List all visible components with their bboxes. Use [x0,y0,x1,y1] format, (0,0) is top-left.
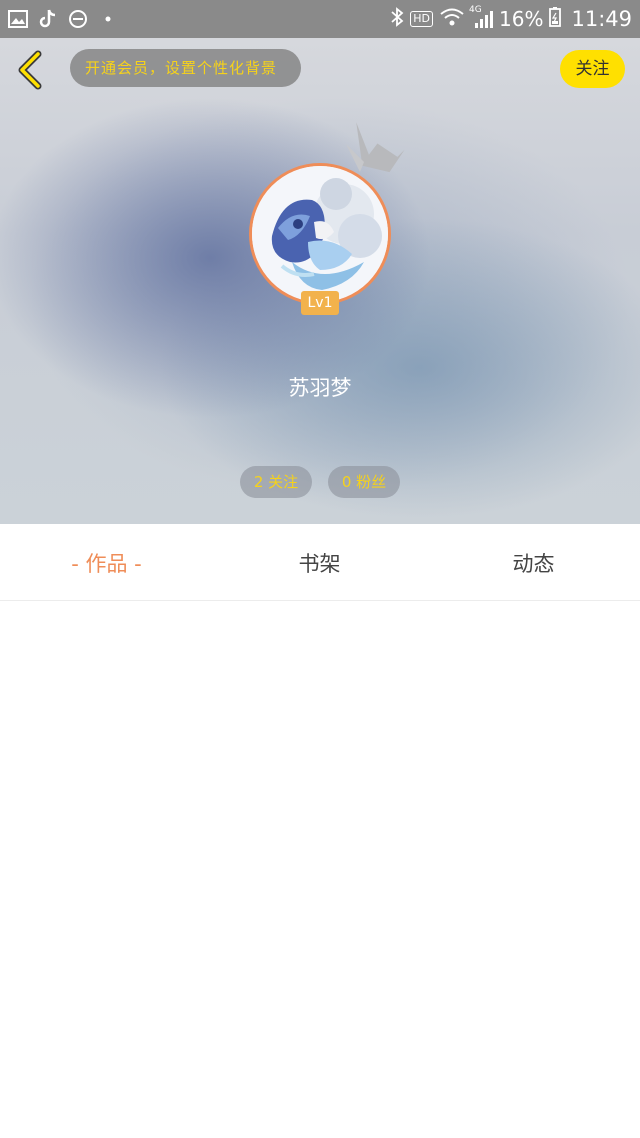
battery-percent: 16% [499,7,544,31]
following-count[interactable]: 2 关注 [240,466,312,498]
fans-count[interactable]: 0 粉丝 [328,466,400,498]
bluetooth-icon [390,6,404,32]
tab-content-area [0,602,640,1138]
avatar-illustration [252,166,388,302]
follow-button[interactable]: 关注 [560,50,625,88]
level-badge: Lv1 [301,291,339,315]
image-icon [8,9,28,29]
status-left-icons [8,9,118,29]
username: 苏羽梦 [288,376,352,400]
status-bar: HD 4G 16% 11:49 [0,0,640,38]
back-button[interactable] [12,50,48,90]
clock: 11:49 [571,7,632,31]
vip-background-banner[interactable]: 开通会员，设置个性化背景 [70,49,301,87]
profile-header: 开通会员，设置个性化背景 关注 Lv1 苏羽梦 2 关注 0 粉丝 [0,38,640,524]
battery-icon [549,6,562,32]
wifi-icon [439,7,465,32]
dnd-icon [68,9,88,29]
profile-tabs: - 作品 - 书架 动态 [0,524,640,601]
status-right-icons: HD 4G 16% 11:49 [390,5,632,32]
tab-bookshelf[interactable]: 书架 [213,524,426,601]
back-arrow-icon [18,50,42,90]
hd-icon: HD [410,11,434,27]
tiktok-icon [38,9,58,29]
dot-icon [98,9,118,29]
avatar[interactable] [249,163,391,305]
tab-works[interactable]: - 作品 - [0,524,213,601]
tab-activity[interactable]: 动态 [427,524,640,601]
signal-icon: 4G [469,5,494,29]
